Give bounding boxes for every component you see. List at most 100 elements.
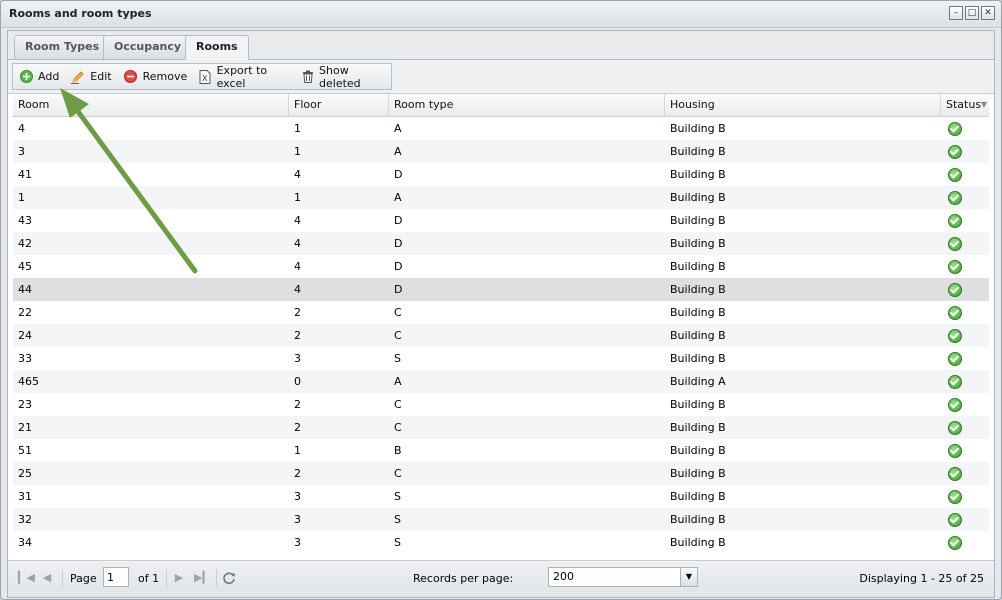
pager-separator [166,569,167,587]
export-label: Export to excel [216,63,268,90]
cell-housing: Building B [670,467,726,480]
table-row[interactable]: 31 3 S Building B [13,485,989,508]
cell-room-type: S [394,490,401,503]
maximize-button[interactable]: □ [965,6,979,20]
pencil-icon [71,70,85,84]
chevron-down-icon[interactable]: ▼ [680,568,697,586]
cell-housing: Building B [670,283,726,296]
table-row[interactable]: 51 1 B Building B [13,439,989,462]
cell-floor: 4 [294,237,301,250]
cell-room-type: C [394,306,402,319]
show-deleted-label: Show deleted [319,63,361,90]
cell-status [941,301,989,324]
cell-housing: Building B [670,260,726,273]
tab-rooms[interactable]: Rooms [185,35,249,60]
table-row[interactable]: 21 2 C Building B [13,416,989,439]
add-icon [19,70,33,84]
records-per-page-value: 200 [553,570,574,583]
edit-button[interactable]: Edit [65,64,117,89]
table-row[interactable]: 43 4 D Building B [13,209,989,232]
check-circle-icon [948,237,962,251]
check-circle-icon [948,122,962,136]
cell-status [941,163,989,186]
remove-button[interactable]: Remove [118,64,194,89]
page-count-label: of 1 [138,572,160,585]
table-row[interactable]: 4 1 A Building B [13,117,989,140]
table-row[interactable]: 34 3 S Building B [13,531,989,554]
table-row[interactable]: 41 4 D Building B [13,163,989,186]
cell-room-type: B [394,444,402,457]
table-row[interactable]: 25 2 C Building B [13,462,989,485]
cell-room: 34 [18,536,32,549]
close-button[interactable]: ✕ [981,6,995,20]
page-number-input[interactable] [103,567,129,587]
cell-room-type: D [394,168,403,181]
cell-housing: Building B [670,122,726,135]
check-circle-icon [948,260,962,274]
check-circle-icon [948,513,962,527]
column-header-status-label: Status [946,98,982,111]
table-row[interactable]: 42 4 D Building B [13,232,989,255]
cell-room: 465 [18,375,39,388]
show-deleted-button[interactable]: Show deleted [296,63,391,90]
table-row[interactable]: 45 4 D Building B [13,255,989,278]
cell-floor: 1 [294,191,301,204]
column-header-housing[interactable]: Housing [665,94,941,116]
window-titlebar[interactable]: Rooms and room types – □ ✕ [1,1,1001,28]
tab-occupancy[interactable]: Occupancy [103,35,193,59]
cell-room: 22 [18,306,32,319]
grid-body: 4 1 A Building B 3 1 A Building B 41 4 D Building B… [13,117,989,560]
table-row[interactable]: 3 1 A Building B [13,140,989,163]
cell-room: 31 [18,490,32,503]
cell-room-type: S [394,352,401,365]
grid-header: Room Floor Room type Housing Status ▼ [13,94,989,117]
cell-floor: 2 [294,329,301,342]
excel-icon: X [199,69,211,84]
cell-floor: 3 [294,352,301,365]
cell-room-type: C [394,329,402,342]
check-circle-icon [948,536,962,550]
check-circle-icon [948,375,962,389]
table-row[interactable]: 32 3 S Building B [13,508,989,531]
check-circle-icon [948,283,962,297]
cell-room-type: A [394,191,402,204]
cell-room: 24 [18,329,32,342]
column-header-floor[interactable]: Floor [289,94,389,116]
cell-housing: Building B [670,398,726,411]
add-button[interactable]: Add [13,64,65,89]
check-circle-icon [948,145,962,159]
cell-room: 41 [18,168,32,181]
table-row[interactable]: 23 2 C Building B [13,393,989,416]
check-circle-icon [948,168,962,182]
cell-housing: Building B [670,214,726,227]
records-per-page-select[interactable]: 200 ▼ [548,567,698,587]
cell-floor: 4 [294,260,301,273]
column-header-room[interactable]: Room [13,94,289,116]
check-circle-icon [948,214,962,228]
minimize-button[interactable]: – [949,6,963,20]
table-row[interactable]: 22 2 C Building B [13,301,989,324]
cell-room-type: C [394,398,402,411]
export-to-excel-button[interactable]: X Export to excel [193,63,295,90]
prev-page-icon[interactable]: ◀ [40,571,54,585]
last-page-icon[interactable]: ▶▎ [194,571,211,585]
column-header-room-type[interactable]: Room type [389,94,665,116]
cell-status [941,462,989,485]
table-row[interactable]: 465 0 A Building A [13,370,989,393]
cell-floor: 4 [294,283,301,296]
table-row[interactable]: 33 3 S Building B [13,347,989,370]
cell-room: 51 [18,444,32,457]
table-row[interactable]: 1 1 A Building B [13,186,989,209]
cell-room-type: A [394,122,402,135]
check-circle-icon [948,191,962,205]
column-header-status[interactable]: Status ▼ [941,94,989,116]
refresh-icon[interactable] [222,571,236,585]
check-circle-icon [948,467,962,481]
rooms-panel: Room Types Occupancy Rooms Add Edit Remo… [7,30,995,598]
first-page-icon[interactable]: ▎◀ [18,571,35,585]
table-row[interactable]: 44 4 D Building B [13,278,989,301]
tab-room-types[interactable]: Room Types [14,35,111,59]
cell-room: 21 [18,421,32,434]
table-row[interactable]: 24 2 C Building B [13,324,989,347]
next-page-icon[interactable]: ▶ [172,571,186,585]
